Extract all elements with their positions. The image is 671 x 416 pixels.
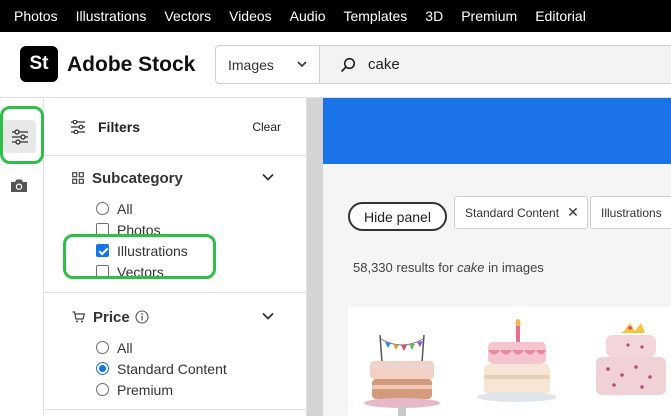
chip-label: Illustrations bbox=[601, 205, 662, 220]
chip-label: Standard Content bbox=[465, 205, 560, 220]
price-option-premium[interactable]: Premium bbox=[96, 379, 306, 400]
grid-icon bbox=[72, 172, 84, 184]
filter-chip-illustrations[interactable]: Illustrations ✕ bbox=[590, 196, 671, 229]
subcategory-option-vectors[interactable]: Vectors bbox=[96, 261, 306, 282]
radio-all[interactable] bbox=[96, 202, 109, 215]
content-type-label: Images bbox=[228, 56, 274, 73]
nav-templates[interactable]: Templates bbox=[343, 8, 407, 24]
chevron-down-icon bbox=[297, 61, 307, 68]
clear-filters-button[interactable]: Clear bbox=[252, 120, 281, 134]
filter-chip-standard[interactable]: Standard Content ✕ bbox=[454, 196, 588, 229]
subcategory-title: Subcategory bbox=[92, 169, 183, 187]
radio-price-standard[interactable] bbox=[96, 362, 109, 375]
subcategory-option-all[interactable]: All bbox=[96, 198, 306, 219]
cake-thumbnail[interactable] bbox=[466, 317, 556, 416]
price-option-standard[interactable]: Standard Content bbox=[96, 358, 306, 379]
results-grid bbox=[348, 307, 671, 416]
content-type-select[interactable]: Images bbox=[216, 46, 320, 83]
subcategory-option-photos[interactable]: Photos bbox=[96, 219, 306, 240]
nav-editorial[interactable]: Editorial bbox=[535, 8, 586, 24]
adobe-stock-logo[interactable]: St bbox=[20, 46, 58, 82]
search-icon bbox=[340, 57, 356, 72]
filter-panel: Filters Clear Subcategory All Photos Ill… bbox=[45, 98, 307, 416]
cake-thumbnail[interactable] bbox=[576, 317, 671, 416]
nav-photos[interactable]: Photos bbox=[14, 8, 58, 24]
hide-panel-button[interactable]: Hide panel bbox=[348, 202, 447, 231]
results-query: cake bbox=[457, 260, 485, 275]
filters-title: Filters bbox=[98, 118, 141, 135]
left-rail bbox=[0, 98, 44, 416]
search-input[interactable] bbox=[368, 56, 588, 73]
close-icon[interactable]: ✕ bbox=[567, 204, 579, 221]
filter-panel-header: Filters Clear bbox=[45, 98, 306, 156]
nav-3d[interactable]: 3D bbox=[425, 8, 443, 24]
checkbox-illustrations[interactable] bbox=[96, 244, 109, 257]
camera-icon bbox=[11, 179, 27, 192]
price-section: Price All Standard Content Premium bbox=[45, 293, 306, 410]
search-bar: Images bbox=[215, 45, 671, 84]
category-nav: Photos Illustrations Vectors Videos Audi… bbox=[0, 0, 671, 32]
radio-price-all[interactable] bbox=[96, 341, 109, 354]
filters-icon bbox=[71, 119, 85, 134]
checkbox-photos[interactable] bbox=[96, 223, 109, 236]
visual-search-button[interactable] bbox=[10, 178, 28, 198]
nav-vectors[interactable]: Vectors bbox=[164, 8, 211, 24]
cart-icon bbox=[72, 311, 85, 323]
info-icon[interactable] bbox=[135, 310, 149, 324]
promo-banner[interactable] bbox=[323, 98, 671, 164]
sliders-icon bbox=[11, 128, 28, 145]
nav-premium[interactable]: Premium bbox=[461, 8, 517, 24]
cake-thumbnail[interactable] bbox=[358, 317, 448, 416]
site-header: St Adobe Stock Images bbox=[0, 32, 671, 98]
radio-price-premium[interactable] bbox=[96, 383, 109, 396]
nav-audio[interactable]: Audio bbox=[290, 8, 326, 24]
results-area: Hide panel Standard Content ✕ Illustrati… bbox=[323, 98, 671, 416]
chevron-down-icon[interactable] bbox=[262, 312, 274, 320]
checkbox-vectors[interactable] bbox=[96, 265, 109, 278]
subcategory-option-illustrations[interactable]: Illustrations bbox=[96, 240, 306, 261]
price-title: Price bbox=[93, 308, 130, 326]
price-option-all[interactable]: All bbox=[96, 337, 306, 358]
subcategory-section: Subcategory All Photos Illustrations Vec… bbox=[45, 156, 306, 293]
results-count: 58,330 results for cake in images bbox=[353, 260, 544, 275]
brand-name[interactable]: Adobe Stock bbox=[67, 53, 195, 77]
nav-videos[interactable]: Videos bbox=[229, 8, 272, 24]
nav-illustrations[interactable]: Illustrations bbox=[76, 8, 147, 24]
filters-toggle-button[interactable] bbox=[3, 120, 36, 153]
chevron-down-icon[interactable] bbox=[262, 173, 274, 181]
panel-scrollbar[interactable] bbox=[307, 98, 323, 416]
search-field bbox=[320, 46, 671, 83]
